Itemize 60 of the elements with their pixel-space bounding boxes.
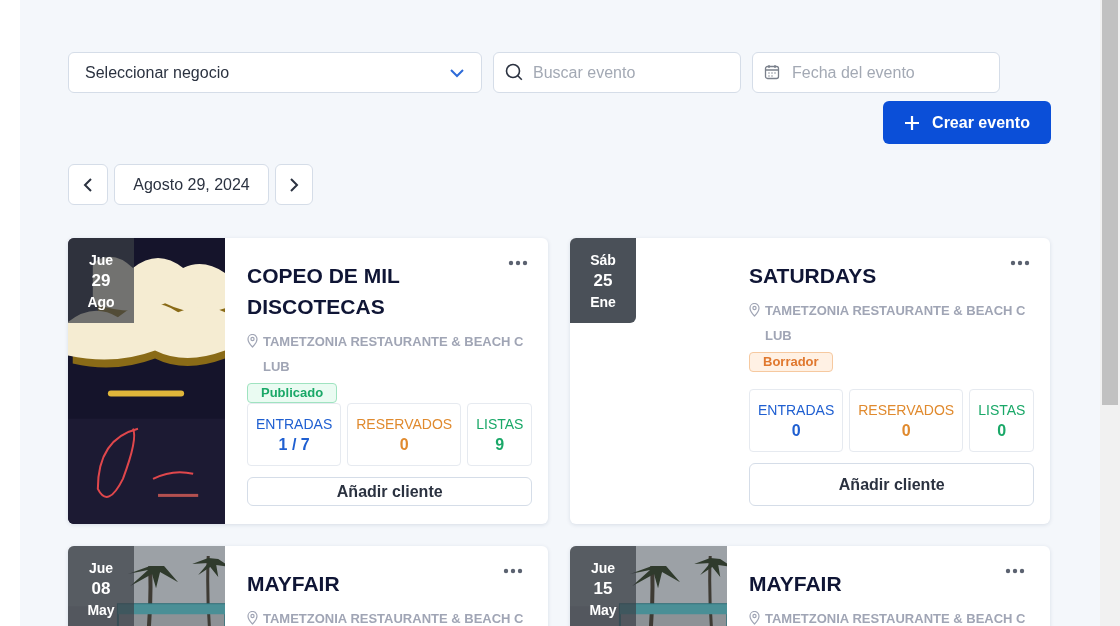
- stat-label: RESERVADOS: [858, 400, 955, 420]
- search-icon: [505, 63, 523, 81]
- event-weekday: Jue: [88, 558, 114, 578]
- chevron-down-icon: [449, 67, 465, 78]
- stat-label: RESERVADOS: [356, 414, 453, 434]
- event-month: Ene: [590, 292, 616, 312]
- event-weekday: Jue: [590, 558, 616, 578]
- stat-label: LISTAS: [476, 414, 524, 434]
- current-date: Agosto 29, 2024: [114, 164, 269, 205]
- chevron-left-icon: [83, 177, 93, 192]
- stat-value: 1 / 7: [278, 434, 310, 455]
- location-pin-icon: [247, 334, 258, 348]
- event-weekday: Sáb: [590, 250, 616, 270]
- status-badge: Borrador: [749, 352, 833, 372]
- event-location: TAMETZONIA RESTAURANTE & BEACH C: [765, 610, 1027, 626]
- more-icon[interactable]: [1005, 568, 1025, 574]
- event-title: MAYFAIR: [247, 571, 340, 597]
- event-title: MAYFAIR: [749, 571, 842, 597]
- event-location: TAMETZONIA RESTAURANTE & BEACH CLUB: [765, 302, 1027, 345]
- more-icon[interactable]: [1010, 260, 1031, 266]
- stat-value: 0: [997, 420, 1007, 441]
- event-title: COPEO DE MIL DISCOTECAS: [247, 263, 401, 320]
- event-location: TAMETZONIA RESTAURANTE & BEACH C: [263, 610, 525, 626]
- more-icon[interactable]: [503, 568, 523, 574]
- event-weekday: Jue: [88, 250, 114, 270]
- stat-label: ENTRADAS: [256, 414, 333, 434]
- event-title: SATURDAYS: [749, 263, 877, 289]
- status-badge: Publicado: [247, 383, 338, 403]
- event-day: 29: [91, 269, 111, 292]
- date-field[interactable]: Fecha del evento: [752, 52, 1000, 93]
- stat-label: LISTAS: [978, 400, 1026, 420]
- more-icon[interactable]: [508, 260, 529, 266]
- stat-value: 0: [791, 420, 801, 441]
- event-month: May: [87, 600, 115, 620]
- business-select[interactable]: Seleccionar negocio: [68, 52, 482, 93]
- stat-value: 0: [901, 420, 911, 441]
- location-pin-icon: [247, 611, 258, 625]
- chevron-right-icon: [289, 177, 299, 192]
- event-day: 25: [593, 269, 613, 292]
- stat-value: 0: [399, 434, 409, 455]
- scrollbar[interactable]: [1100, 0, 1120, 626]
- create-event-button[interactable]: Crear evento: [883, 101, 1051, 144]
- stat-label: ENTRADAS: [758, 400, 835, 420]
- add-client-button[interactable]: Añadir cliente: [749, 463, 1035, 506]
- location-pin-icon: [749, 303, 760, 317]
- next-button[interactable]: [275, 164, 313, 205]
- calendar-icon: [764, 64, 780, 80]
- plus-icon: [904, 114, 921, 131]
- event-day: 08: [91, 577, 111, 600]
- event-month: May: [589, 600, 617, 620]
- select-value: Seleccionar negocio: [85, 62, 230, 83]
- location-pin-icon: [749, 611, 760, 625]
- previous-button[interactable]: [68, 164, 108, 205]
- event-month: Ago: [87, 292, 115, 312]
- event-day: 15: [593, 577, 613, 600]
- scrollbar-thumb[interactable]: [1102, 0, 1118, 405]
- add-client-button[interactable]: Añadir cliente: [247, 477, 533, 506]
- search-field[interactable]: Buscar evento: [493, 52, 741, 93]
- event-location: TAMETZONIA RESTAURANTE & BEACH CLUB: [263, 333, 525, 376]
- stat-value: 9: [495, 434, 505, 455]
